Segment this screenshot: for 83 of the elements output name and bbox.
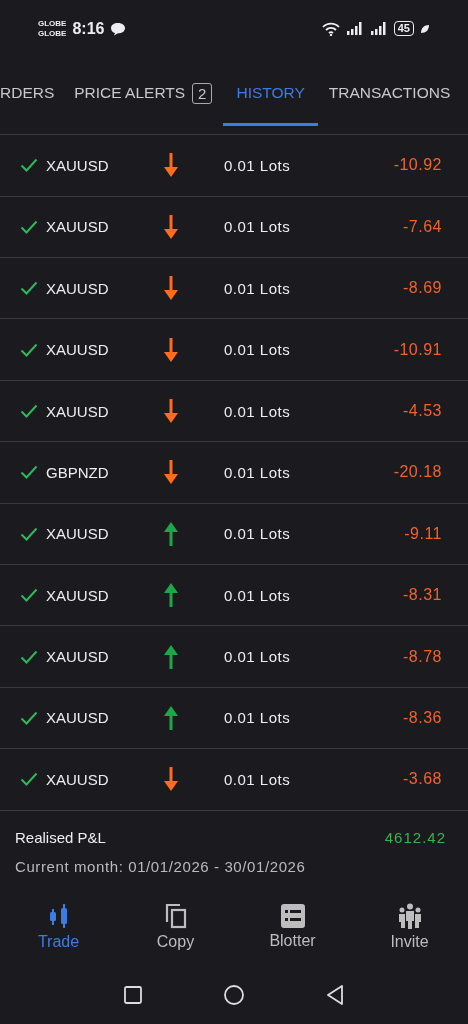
- carrier-name: GLOBE: [38, 29, 67, 39]
- lot-size: 0.01 Lots: [224, 463, 292, 481]
- symbol-label: XAUUSD: [46, 770, 110, 788]
- lot-size: 0.01 Lots: [224, 279, 292, 297]
- signal-icon: [369, 22, 388, 36]
- lot-size: 0.01 Lots: [224, 402, 292, 420]
- profit-loss-value: -20.18: [393, 463, 442, 482]
- profit-loss-value: -3.68: [403, 770, 442, 789]
- lot-size: 0.01 Lots: [224, 218, 292, 236]
- profit-loss-value: -9.11: [404, 524, 442, 543]
- lot-size: 0.01 Lots: [224, 156, 292, 174]
- down-arrow-icon: [164, 276, 178, 301]
- checkmark-icon: [20, 649, 38, 664]
- signal-icon: [345, 22, 364, 36]
- leaf-icon: [420, 24, 430, 34]
- back-icon[interactable]: [326, 985, 344, 1005]
- summary-value: 4612.42: [384, 828, 446, 846]
- checkmark-icon: [20, 526, 38, 541]
- lot-size: 0.01 Lots: [224, 648, 292, 666]
- checkmark-icon: [20, 711, 38, 725]
- nav-item[interactable]: Trade: [18, 902, 99, 953]
- people-icon: [396, 903, 423, 930]
- lot-size: 0.01 Lots: [224, 709, 292, 727]
- profit-loss-value: -8.31: [403, 586, 442, 605]
- checkmark-icon: [20, 772, 38, 787]
- list-icon: [280, 904, 305, 929]
- profit-loss-value: -8.78: [403, 647, 442, 666]
- down-arrow-icon: [164, 337, 178, 362]
- profit-loss-value: -10.91: [393, 340, 442, 359]
- symbol-label: XAUUSD: [46, 279, 110, 297]
- profit-loss-value: -4.53: [403, 402, 442, 421]
- up-arrow-icon: [164, 521, 178, 546]
- nav-item[interactable]: Invite: [369, 902, 450, 953]
- lot-size: 0.01 Lots: [224, 341, 292, 359]
- carrier-name: GLOBE: [38, 19, 67, 29]
- checkmark-icon: [20, 588, 38, 603]
- checkmark-icon: [20, 281, 38, 296]
- up-arrow-icon: [164, 706, 178, 730]
- checkmark-icon: [20, 219, 38, 234]
- symbol-label: XAUUSD: [46, 341, 110, 359]
- symbol-label: XAUUSD: [46, 402, 110, 420]
- tab[interactable]: PRICE ALERTS 2: [65, 63, 222, 126]
- nav-item[interactable]: Copy: [135, 902, 216, 953]
- profit-loss-value: -8.36: [403, 709, 442, 727]
- up-arrow-icon: [164, 583, 178, 608]
- checkmark-icon: [20, 465, 38, 480]
- copy-icon: [164, 903, 187, 930]
- down-arrow-icon: [164, 460, 178, 485]
- battery-level: 45: [393, 21, 414, 37]
- down-arrow-icon: [164, 214, 178, 239]
- candlestick-icon: [47, 903, 70, 930]
- nav-item[interactable]: Blotter: [252, 903, 333, 952]
- wifi-icon: [321, 22, 340, 36]
- down-arrow-icon: [164, 767, 178, 792]
- symbol-label: XAUUSD: [46, 586, 110, 604]
- tab[interactable]: HISTORY: [223, 63, 318, 126]
- tab[interactable]: TRANSACTIONS: [319, 63, 460, 126]
- lot-size: 0.01 Lots: [224, 770, 292, 788]
- summary-label: Realised P&L: [15, 828, 106, 846]
- profit-loss-value: -10.92: [393, 156, 442, 175]
- symbol-label: XAUUSD: [46, 156, 110, 174]
- clock-time: 8:16: [72, 20, 105, 38]
- tab[interactable]: RDERS: [0, 63, 64, 126]
- recent-apps-icon[interactable]: [124, 986, 142, 1004]
- up-arrow-icon: [164, 644, 178, 669]
- profit-loss-value: -7.64: [403, 217, 442, 236]
- profit-loss-value: -8.69: [403, 279, 442, 298]
- home-icon[interactable]: [224, 985, 244, 1005]
- chat-bubble-icon: [110, 22, 127, 36]
- lot-size: 0.01 Lots: [224, 586, 292, 604]
- symbol-label: XAUUSD: [46, 218, 110, 236]
- checkmark-icon: [20, 342, 38, 357]
- checkmark-icon: [20, 404, 38, 419]
- symbol-label: XAUUSD: [46, 709, 110, 727]
- count-badge: 2: [192, 82, 213, 104]
- symbol-label: XAUUSD: [46, 648, 110, 666]
- down-arrow-icon: [164, 399, 178, 424]
- period-text: Current month: 01/01/2026 - 30/01/2026: [15, 857, 307, 875]
- lot-size: 0.01 Lots: [224, 525, 292, 543]
- symbol-label: GBPNZD: [46, 463, 110, 481]
- symbol-label: XAUUSD: [46, 525, 110, 543]
- down-arrow-icon: [164, 153, 178, 178]
- checkmark-icon: [20, 158, 38, 173]
